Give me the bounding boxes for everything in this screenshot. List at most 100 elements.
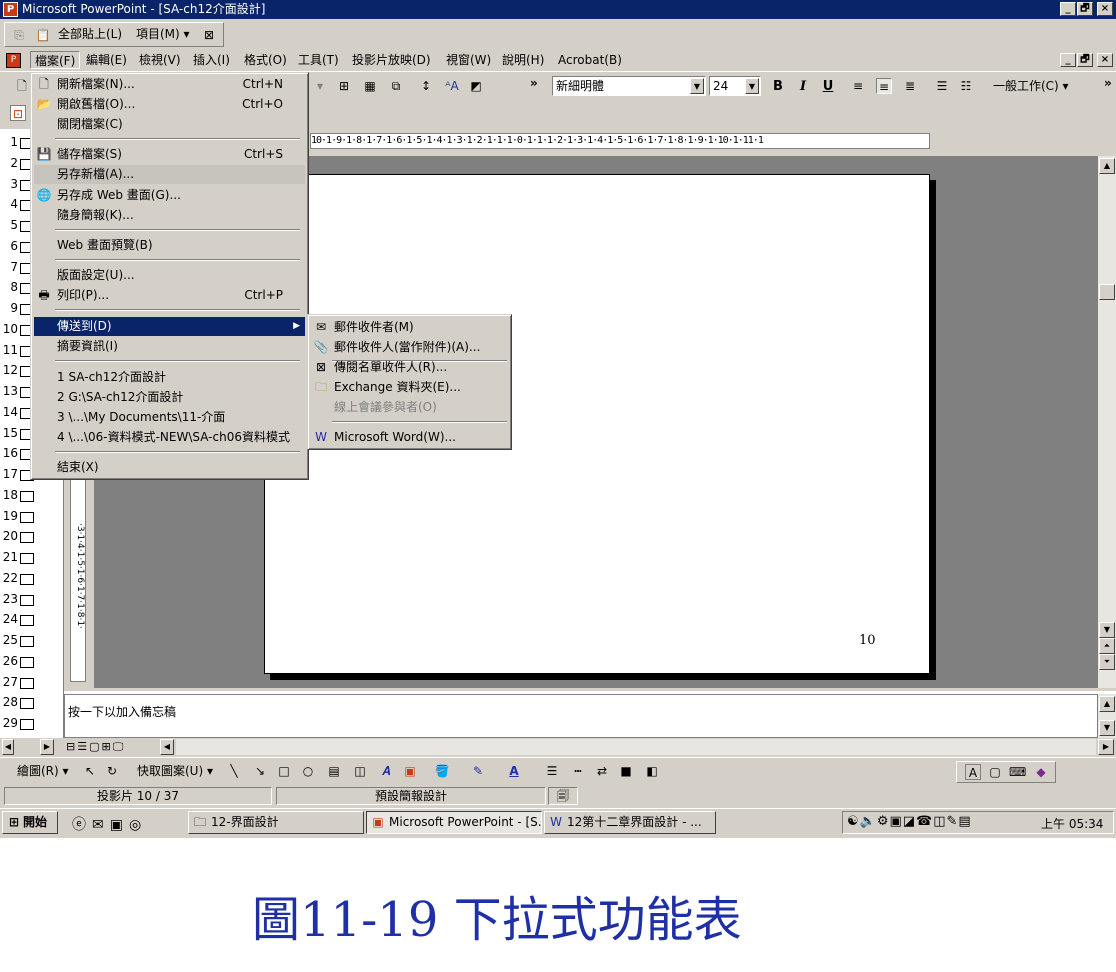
shadow-icon[interactable]: ■: [618, 763, 634, 779]
taskbar-powerpoint-button[interactable]: ▣ Microsoft PowerPoint - [S...: [366, 811, 542, 834]
font-color-icon[interactable]: A: [506, 763, 522, 779]
numbering-icon[interactable]: ☰: [934, 78, 950, 94]
menu-insert[interactable]: 插入(I): [189, 51, 234, 69]
channels-icon[interactable]: ◎: [129, 817, 147, 833]
submenu-item-routing[interactable]: ⊠ 傳閱名單收件人(R)...: [311, 358, 508, 377]
outline-slide-icon[interactable]: [20, 615, 34, 627]
align-right-icon[interactable]: ≣: [902, 78, 918, 94]
menu-item-recent-3[interactable]: 3 \...\My Documents\11-介面: [34, 408, 305, 427]
outline-slide-icon[interactable]: [20, 490, 34, 502]
outline-slide-icon[interactable]: [20, 594, 34, 606]
notes-scroll-down-icon[interactable]: ▼: [1099, 720, 1115, 736]
3d-icon[interactable]: ◧: [644, 763, 660, 779]
menu-item-new[interactable]: 🗋 開新檔案(N)... Ctrl+N: [34, 75, 305, 94]
oval-tool-icon[interactable]: ○: [300, 763, 316, 779]
menu-acrobat[interactable]: Acrobat(B): [554, 51, 626, 69]
insert-table-icon[interactable]: ▦: [362, 78, 378, 94]
scroll-thumb[interactable]: [1099, 284, 1115, 300]
vertical-scrollbar[interactable]: ▲ ▼ ⏶ ⏷: [1098, 156, 1116, 688]
ime-mode-icon[interactable]: ▢: [987, 764, 1003, 780]
vertical-ruler[interactable]: ·3·1·4·1·5·1·6·1·7·1·8·1·: [70, 470, 86, 682]
line-color-icon[interactable]: ✎: [470, 763, 486, 779]
align-left-icon[interactable]: ≡: [850, 78, 866, 94]
send-to-submenu[interactable]: ✉ 郵件收件者(M) 📎 郵件收件人(當作附件)(A)... ⊠ 傳閱名單收件人…: [307, 314, 512, 450]
dropdown-arrow-icon[interactable]: ▾: [312, 78, 328, 94]
outline-slide-icon[interactable]: [20, 636, 34, 647]
menu-edit[interactable]: 編輯(E): [82, 51, 131, 69]
quick-launch[interactable]: ⓔ✉▣◎: [72, 814, 147, 834]
outline-slide-icon[interactable]: [20, 656, 34, 668]
submenu-item-mail-recipient[interactable]: ✉ 郵件收件者(M): [311, 318, 508, 337]
line-style-icon[interactable]: ☰: [544, 763, 560, 779]
language-bar[interactable]: A ▢ ⌨ ◆: [956, 761, 1056, 783]
taskbar-folder-button[interactable]: 🗀 12-界面設計: [188, 811, 364, 834]
grayscale-icon[interactable]: ◩: [468, 78, 484, 94]
next-slide-icon[interactable]: ⏷: [1099, 654, 1115, 670]
notes-scrollbar[interactable]: ▲ ▼: [1098, 694, 1116, 738]
copy-icon[interactable]: ⎘: [11, 27, 27, 43]
ime-pad-icon[interactable]: ◆: [1033, 764, 1049, 780]
font-combobox[interactable]: 新細明體 ▼: [552, 76, 706, 96]
insert-picture-icon[interactable]: ▣: [402, 763, 418, 779]
outline-slide-icon[interactable]: [20, 677, 34, 689]
insert-clipart-icon[interactable]: 𝑨: [378, 763, 394, 779]
menu-item-print[interactable]: 🖶 列印(P)... Ctrl+P: [34, 286, 305, 305]
horizontal-ruler[interactable]: 10·1·9·1·8·1·7·1·6·1·5·1·4·1·3·1·2·1·1·1…: [310, 133, 930, 149]
doc-close-button[interactable]: ×: [1097, 53, 1113, 67]
window-titlebar[interactable]: P Microsoft PowerPoint - [SA-ch12介面設計] _…: [0, 0, 1116, 19]
doc-minimize-button[interactable]: _: [1060, 53, 1076, 67]
expand-all-icon[interactable]: ↕: [418, 78, 434, 94]
notes-scroll-up-icon[interactable]: ▲: [1099, 696, 1115, 712]
hscroll-left-icon[interactable]: ◀: [160, 739, 174, 755]
close-button[interactable]: ×: [1097, 2, 1113, 16]
outlook-icon[interactable]: ✉: [92, 817, 110, 833]
previous-slide-icon[interactable]: ⏶: [1099, 638, 1115, 654]
outline-slide-icon[interactable]: [20, 532, 34, 544]
draw-menu-button[interactable]: 繪圖(R) ▾: [14, 761, 72, 781]
toolbar-overflow-icon[interactable]: »: [530, 76, 538, 90]
common-tasks-button[interactable]: 一般工作(C) ▾: [990, 76, 1072, 96]
align-center-icon[interactable]: ≡: [876, 78, 892, 94]
spelling-status-icon[interactable]: 🗐: [548, 787, 578, 805]
fill-color-icon[interactable]: 🪣: [434, 763, 450, 779]
keyboard-icon[interactable]: ⌨: [1009, 764, 1026, 780]
menu-item-recent-2[interactable]: 2 G:\SA-ch12介面設計: [34, 388, 305, 407]
items-dropdown[interactable]: 項目(M) ▾: [133, 24, 193, 44]
menu-format[interactable]: 格式(O): [240, 51, 291, 69]
file-menu-dropdown[interactable]: 🗋 開新檔案(N)... Ctrl+N 📂 開啟舊檔(O)... Ctrl+O …: [30, 72, 309, 480]
horizontal-scroll-track[interactable]: [176, 739, 1096, 755]
autoshapes-button[interactable]: 快取圖案(U) ▾: [134, 761, 216, 781]
scroll-down-icon[interactable]: ▼: [1099, 622, 1115, 638]
menu-item-close[interactable]: 關閉檔案(C): [34, 115, 305, 134]
menu-item-open[interactable]: 📂 開啟舊檔(O)... Ctrl+O: [34, 95, 305, 114]
outline-scroll-right-icon[interactable]: ▶: [40, 739, 54, 755]
bold-button[interactable]: B: [768, 77, 788, 97]
ie-icon[interactable]: ⓔ: [72, 817, 92, 833]
menu-tools[interactable]: 工具(T): [294, 51, 343, 69]
menu-item-properties[interactable]: 摘要資訊(I): [34, 337, 305, 356]
dash-style-icon[interactable]: ┅: [570, 763, 586, 779]
font-dropdown-arrow-icon[interactable]: ▼: [690, 78, 704, 94]
menu-item-recent-4[interactable]: 4 \...\06-資料模式-NEW\SA-ch06資料模式: [34, 428, 305, 447]
outline-slide-icon[interactable]: [20, 511, 34, 523]
menu-view[interactable]: 檢視(V): [135, 51, 185, 69]
powerpoint-app-icon[interactable]: P: [3, 2, 18, 17]
underline-button[interactable]: U: [818, 77, 838, 97]
scroll-up-icon[interactable]: ▲: [1099, 158, 1115, 174]
arrow-tool-icon[interactable]: ↘: [252, 763, 268, 779]
menu-item-recent-1[interactable]: 1 SA-ch12介面設計: [34, 368, 305, 387]
hscroll-right-icon[interactable]: ▶: [1098, 739, 1114, 755]
line-tool-icon[interactable]: ╲: [226, 763, 242, 779]
new-icon[interactable]: 🗋: [14, 78, 30, 94]
menu-item-web-preview[interactable]: Web 畫面預覽(B): [34, 236, 305, 255]
show-formatting-icon[interactable]: ᴬA: [444, 78, 460, 94]
tray-icons[interactable]: ☯🔈⚙▣◪☎◫✎▤: [847, 814, 972, 829]
paste-all-button[interactable]: 全部貼上(L): [55, 24, 125, 44]
toolbar-overflow-right-icon[interactable]: »: [1104, 76, 1112, 90]
menu-item-save[interactable]: 💾 儲存檔案(S) Ctrl+S: [34, 145, 305, 164]
menu-file[interactable]: 檔案(F): [30, 51, 81, 69]
document-icon[interactable]: P: [6, 53, 21, 68]
menu-item-page-setup[interactable]: 版面設定(U)...: [34, 266, 305, 285]
paste-all-icon[interactable]: 📋: [35, 27, 51, 43]
menu-item-send-to[interactable]: 傳送到(D) ▶: [34, 317, 305, 336]
